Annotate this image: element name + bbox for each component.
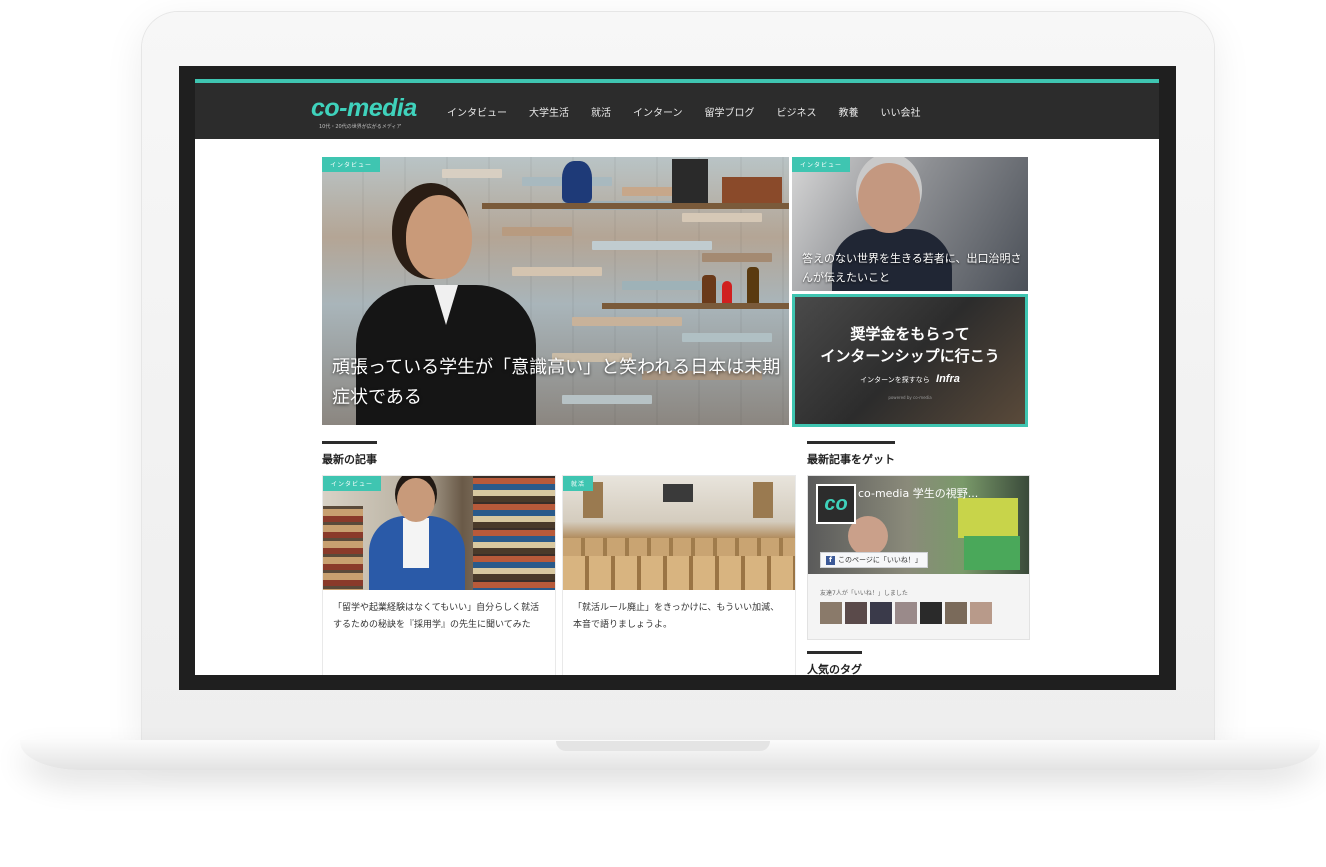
banner-sub-text: インターンを探すなら <box>860 376 930 384</box>
nav-item-job-hunting[interactable]: 就活 <box>591 104 611 119</box>
banner-subline: インターンを探すなら Infra <box>795 373 1025 385</box>
nav-item-study-abroad-blog[interactable]: 留学ブログ <box>705 104 755 119</box>
banner-footnote: powered by co-media <box>888 395 932 400</box>
popular-tags-heading: 人気のタグ <box>807 651 862 675</box>
nav-item-internship[interactable]: インターン <box>633 104 683 119</box>
article-card[interactable]: インタビュー 「留学や起業経験はなくてもいい」自分らしく就活するための秘訣を『採… <box>322 475 556 675</box>
site-header: co-media 10代・20代の世界が広がるメディア インタビュー 大学生活 … <box>195 83 1159 139</box>
browser-viewport: co-media 10代・20代の世界が広がるメディア インタビュー 大学生活 … <box>195 79 1159 675</box>
facebook-like-label: このページに「いいね！」 <box>838 556 922 564</box>
banner-brand-logo: Infra <box>936 373 960 385</box>
category-badge[interactable]: インタビュー <box>792 157 851 172</box>
facebook-page-widget: co co-media 学生の視野... f このページに「いいね！」 友達7人が… <box>807 475 1030 640</box>
article-title: 「留学や起業経験はなくてもいい」自分らしく就活するための秘訣を『採用学』の先生に… <box>333 603 540 630</box>
hero-side-article[interactable]: インタビュー 答えのない世界を生きる若者に、出口治明さんが伝えたいこと <box>792 157 1028 291</box>
facebook-page-name[interactable]: co-media 学生の視野... <box>858 485 978 501</box>
facebook-icon: f <box>826 556 835 565</box>
main-nav: インタビュー 大学生活 就活 インターン 留学ブログ ビジネス 教養 いい会社 <box>447 104 943 119</box>
side-person-head <box>858 163 920 233</box>
avatar[interactable] <box>945 602 967 624</box>
article-title: 「就活ルール廃止」をきっかけに、もういい加減、本音で語りましょうよ。 <box>573 603 780 630</box>
get-latest-heading: 最新記事をゲット <box>807 441 895 467</box>
hero-person-head <box>406 195 472 279</box>
facebook-friends-text: 友達7人が「いいね！」しました <box>820 590 908 597</box>
nav-item-business[interactable]: ビジネス <box>777 104 817 119</box>
facebook-page-logo[interactable]: co <box>816 484 856 524</box>
article-card[interactable]: 就活 「就活ルール廃止」をきっかけに、もういい加減、本音で語りましょうよ。 <box>562 475 796 675</box>
nav-item-campus-life[interactable]: 大学生活 <box>529 104 569 119</box>
hero-main-title: 頑張っている学生が「意識高い」と笑われる日本は末期症状である <box>332 357 781 408</box>
category-badge[interactable]: インタビュー <box>323 476 382 491</box>
avatar[interactable] <box>870 602 892 624</box>
site-tagline: 10代・20代の世界が広がるメディア <box>319 124 402 130</box>
avatar[interactable] <box>895 602 917 624</box>
avatar[interactable] <box>845 602 867 624</box>
facebook-like-button[interactable]: f このページに「いいね！」 <box>820 552 928 568</box>
site-logo[interactable]: co-media <box>311 96 417 121</box>
nav-item-culture[interactable]: 教養 <box>839 104 859 119</box>
article-thumbnail <box>323 476 555 590</box>
avatar[interactable] <box>820 602 842 624</box>
hero-side-title: 答えのない世界を生きる若者に、出口治明さんが伝えたいこと <box>802 252 1022 284</box>
laptop-screen: co-media 10代・20代の世界が広がるメディア インタビュー 大学生活 … <box>179 66 1176 690</box>
banner-line-2: インターンシップに行こう <box>820 347 1000 365</box>
internship-scholarship-banner[interactable]: 奨学金をもらって インターンシップに行こう インターンを探すなら Infra p… <box>792 294 1028 427</box>
latest-articles-heading: 最新の記事 <box>322 441 377 467</box>
article-thumbnail <box>563 476 795 590</box>
category-badge[interactable]: インタビュー <box>322 157 381 172</box>
banner-line-1: 奨学金をもらって <box>850 325 970 343</box>
nav-item-good-companies[interactable]: いい会社 <box>881 104 921 119</box>
avatar[interactable] <box>970 602 992 624</box>
laptop-notch <box>556 741 770 751</box>
nav-item-interview[interactable]: インタビュー <box>447 104 507 119</box>
hero-main-article[interactable]: インタビュー 頑張っている学生が「意識高い」と笑われる日本は末期症状である <box>322 157 789 425</box>
facebook-friend-avatars <box>820 602 992 624</box>
banner-headline: 奨学金をもらって インターンシップに行こう <box>795 323 1025 367</box>
avatar[interactable] <box>920 602 942 624</box>
category-badge[interactable]: 就活 <box>563 476 594 491</box>
